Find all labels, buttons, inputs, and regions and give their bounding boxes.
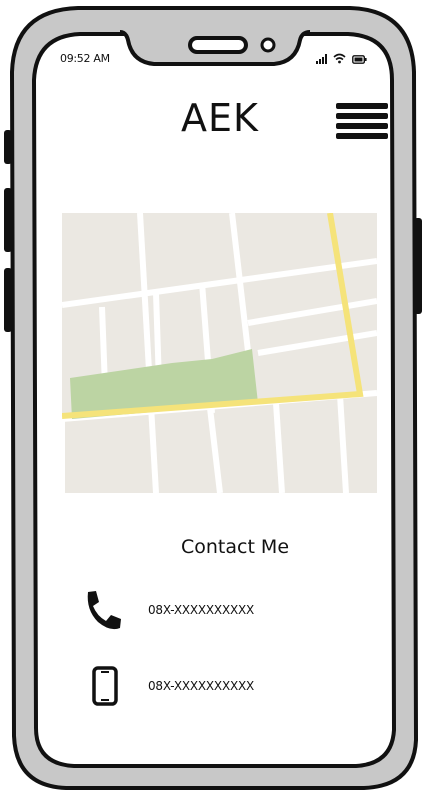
- app-screen: 09:52 AM AEK Contact Me 08X-XXXXXXXXXX 0…: [0, 0, 425, 792]
- contact-item-mobile[interactable]: 08X-XXXXXXXXXX: [80, 664, 254, 708]
- signal-icon: [316, 54, 327, 64]
- map-land: [62, 213, 377, 493]
- mobile-phone-icon: [80, 664, 130, 708]
- hamburger-menu-icon[interactable]: [336, 103, 388, 143]
- location-map[interactable]: [62, 213, 377, 493]
- mobile-number: 08X-XXXXXXXXXX: [148, 679, 255, 693]
- status-time: 09:52 AM: [60, 52, 110, 65]
- telephone-icon: [80, 588, 130, 632]
- contact-title: Contact Me: [180, 536, 290, 558]
- app-title: AEK: [181, 96, 259, 140]
- battery-icon: [352, 55, 367, 64]
- wifi-icon: [333, 53, 346, 64]
- status-icons: [316, 52, 380, 64]
- telephone-number: 08X-XXXXXXXXXX: [148, 603, 255, 617]
- contact-item-telephone[interactable]: 08X-XXXXXXXXXX: [80, 588, 254, 632]
